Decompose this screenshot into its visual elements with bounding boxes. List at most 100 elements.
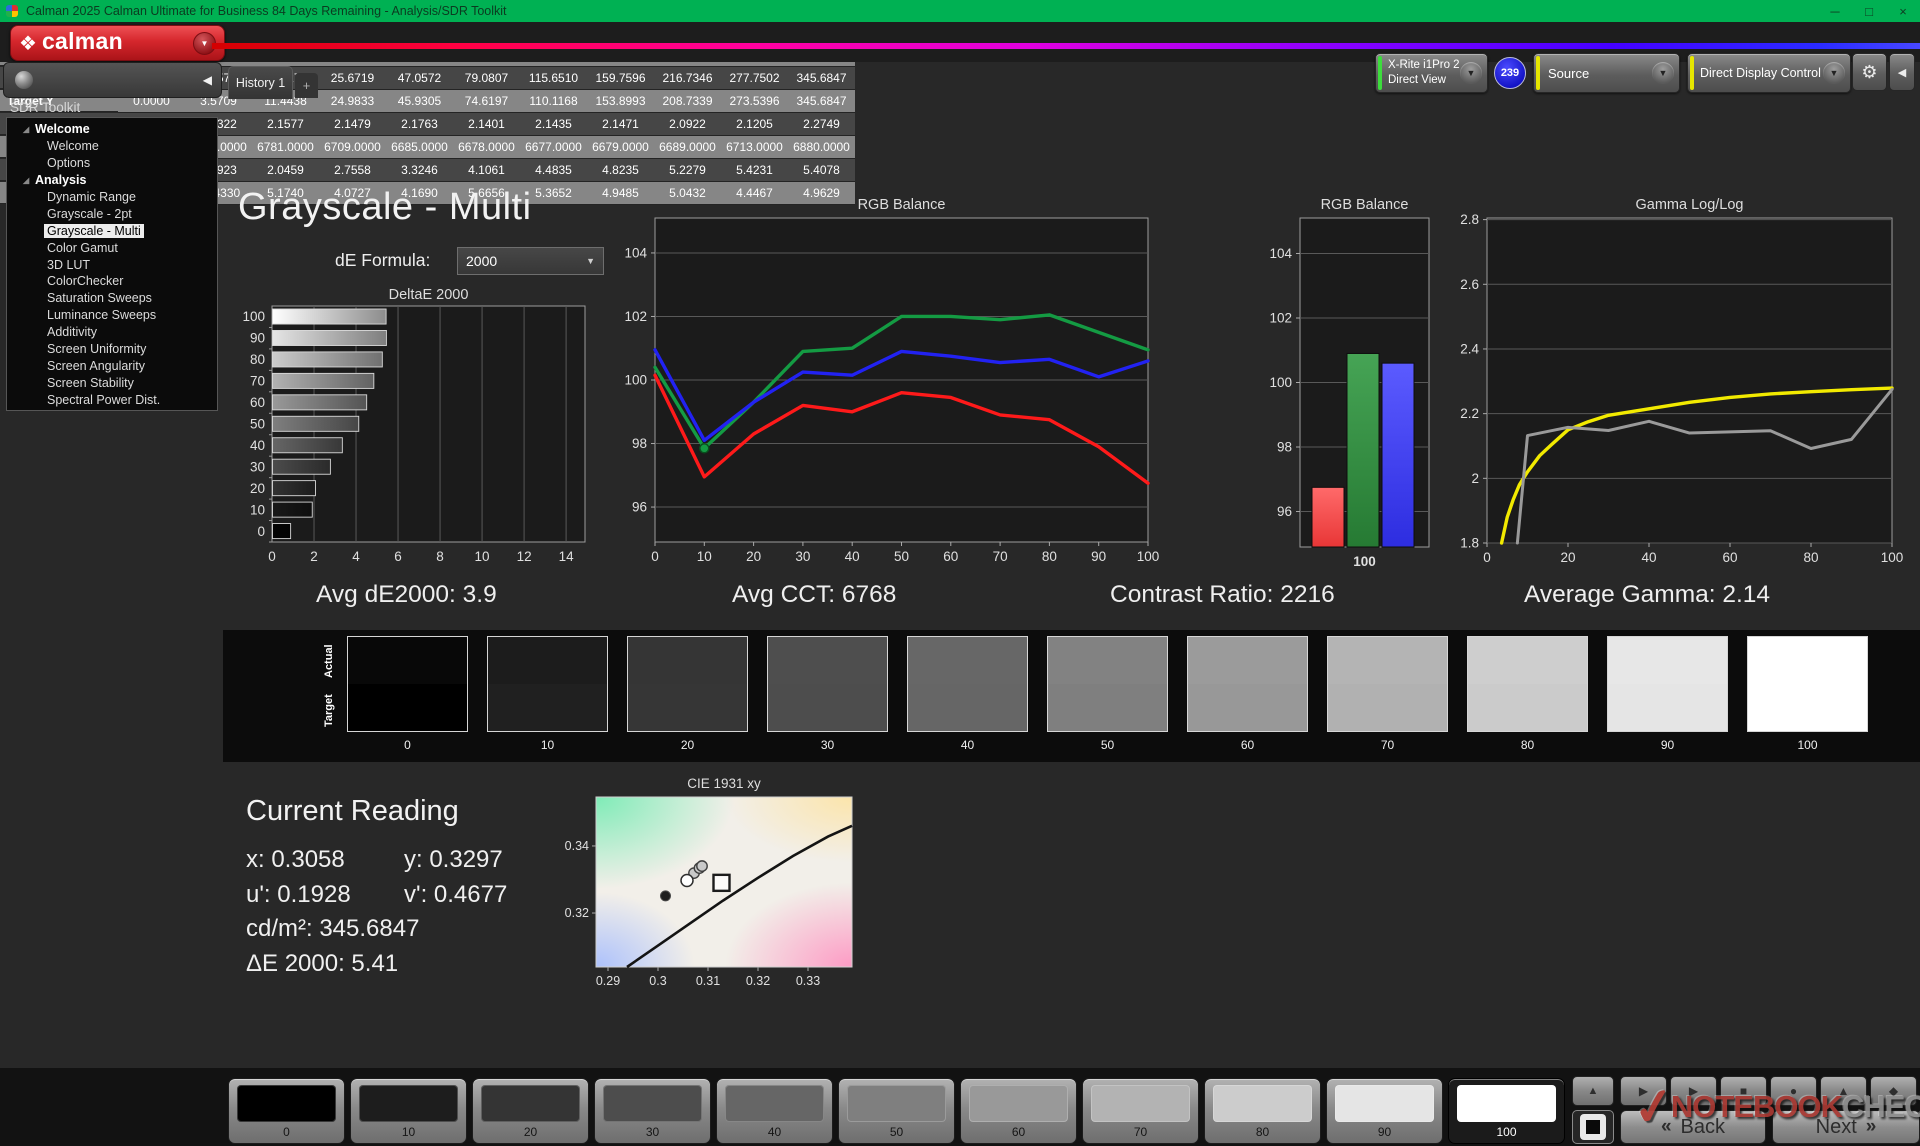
svg-text:100: 100 [242,309,265,324]
tree-item-screen-angularity[interactable]: Screen Angularity [7,357,217,374]
tree-item-grayscale-multi[interactable]: Grayscale - Multi [7,222,217,239]
svg-text:96: 96 [1277,504,1292,519]
grayscale-patch-50 [1047,636,1168,732]
tree-item-screen-stability[interactable]: Screen Stability [7,374,217,391]
current-reading-x: x: 0.3058 [246,846,345,874]
meter-selector[interactable]: X-Rite i1Pro 2 Direct View ▼ [1375,53,1488,93]
maximize-button[interactable]: □ [1852,4,1886,19]
patch-target [1188,684,1307,731]
scroll-up-button[interactable]: ▲ [1572,1076,1614,1106]
display-control-dropdown-icon[interactable]: ▼ [1823,62,1845,84]
table-value-cell: 6709.0000 [319,136,386,159]
pattern-swatch [969,1085,1068,1122]
tree-item-grayscale-2pt[interactable]: Grayscale - 2pt [7,205,217,222]
tab-history-1[interactable]: History 1 [228,66,293,99]
tree-item-label: Grayscale - 2pt [44,207,135,221]
svg-text:12: 12 [517,549,532,564]
tree-item-welcome[interactable]: Welcome [7,138,217,155]
close-button[interactable]: × [1886,4,1920,19]
pattern-button-20[interactable]: 20 [472,1078,589,1144]
svg-text:0.34: 0.34 [565,839,589,853]
pattern-swatch [847,1085,946,1122]
table-value-cell: 6678.0000 [453,136,520,159]
patch-target [908,684,1027,731]
grayscale-patch-90 [1607,636,1728,732]
tree-item-luminance-sweeps[interactable]: Luminance Sweeps [7,307,217,324]
svg-text:DeltaE 2000: DeltaE 2000 [389,287,469,303]
de-formula-select[interactable]: 2000 ▼ [457,247,604,275]
tree-item-additivity[interactable]: Additivity [7,324,217,341]
tree-item-spectral-power-dist-[interactable]: Spectral Power Dist. [7,391,217,408]
svg-text:0: 0 [651,549,659,564]
pattern-button-90[interactable]: 90 [1326,1078,1443,1144]
pattern-level-label: 10 [351,1125,466,1139]
pattern-button-70[interactable]: 70 [1082,1078,1199,1144]
svg-text:100: 100 [624,373,647,388]
patch-target [348,684,467,731]
pattern-button-100[interactable]: 100 [1448,1078,1565,1144]
table-value-cell: 4.8235 [587,159,654,182]
pattern-level-label: 100 [1449,1125,1564,1139]
settings-button[interactable]: ⚙ [1852,53,1887,91]
add-tab-button[interactable]: + [295,73,318,98]
table-value-cell: 2.1205 [721,113,788,136]
tree-item-screen-uniformity[interactable]: Screen Uniformity [7,341,217,358]
svg-text:90: 90 [250,331,265,346]
tree-group-welcome[interactable]: ◢Welcome [7,121,217,138]
svg-text:0: 0 [257,524,265,539]
chevron-left-icon: ◀ [1898,66,1906,79]
source-label: Source [1534,66,1589,81]
source-status-bar [1536,56,1540,90]
table-value-cell: 110.1168 [520,90,587,113]
pattern-button-80[interactable]: 80 [1204,1078,1321,1144]
tree-item-label: Spectral Power Dist. [44,393,163,407]
patch-level-label: 60 [1187,738,1308,752]
source-dropdown-icon[interactable]: ▼ [1652,62,1674,84]
tab-history-label: History 1 [236,76,285,90]
collapse-panel-button[interactable]: ◀ [1889,53,1915,91]
meter-dropdown-icon[interactable]: ▼ [1460,62,1482,84]
table-value-cell: 2.2749 [788,113,855,136]
tree-item-saturation-sweeps[interactable]: Saturation Sweeps [7,290,217,307]
tree-item-label: Screen Stability [44,376,137,390]
patch-actual [768,637,887,684]
tree-group-analysis[interactable]: ◢Analysis [7,172,217,189]
pattern-button-40[interactable]: 40 [716,1078,833,1144]
tree-item-3d-lut[interactable]: 3D LUT [7,256,217,273]
meter-status-bar [1378,56,1382,90]
minimize-button[interactable]: ─ [1818,4,1852,19]
display-control-selector[interactable]: Direct Display Control ▼ [1687,53,1851,93]
pattern-button-60[interactable]: 60 [960,1078,1077,1144]
pattern-window-button[interactable] [1572,1110,1614,1144]
tree-item-label: Luminance Sweeps [44,308,159,322]
calman-menu-button[interactable]: ❖ calman ▼ [10,25,225,61]
tree-item-color-gamut[interactable]: Color Gamut [7,239,217,256]
tree-item-colorchecker[interactable]: ColorChecker [7,273,217,290]
pattern-swatch [237,1085,336,1122]
table-value-cell: 6781.0000 [252,136,319,159]
workflow-tree: ◢WelcomeWelcomeOptions◢AnalysisDynamic R… [6,117,218,411]
svg-text:2.4: 2.4 [1460,341,1479,356]
grayscale-patch-20 [627,636,748,732]
tree-expanded-icon: ◢ [23,125,35,134]
svg-text:100: 100 [1353,554,1376,569]
source-selector[interactable]: Source ▼ [1533,53,1680,93]
grayscale-patch-70 [1327,636,1448,732]
current-reading-title: Current Reading [246,795,459,828]
sidebar-collapse-icon[interactable]: ◀ [203,63,212,97]
tree-item-options[interactable]: Options [7,155,217,172]
tree-item-dynamic-range[interactable]: Dynamic Range [7,189,217,206]
rainbow-gradient-bar [212,43,1920,49]
pattern-button-10[interactable]: 10 [350,1078,467,1144]
svg-text:50: 50 [250,417,265,432]
rgb-balance-bar-chart: RGB Balance9698100102104100 [1245,195,1450,575]
pattern-level-label: 90 [1327,1125,1442,1139]
svg-text:1.8: 1.8 [1460,536,1479,551]
table-value-cell: 2.1471 [587,113,654,136]
table-value-cell: 6685.0000 [386,136,453,159]
page-title: Grayscale - Multi [238,186,532,229]
svg-text:98: 98 [1277,440,1292,455]
pattern-button-30[interactable]: 30 [594,1078,711,1144]
pattern-button-50[interactable]: 50 [838,1078,955,1144]
pattern-button-0[interactable]: 0 [228,1078,345,1144]
